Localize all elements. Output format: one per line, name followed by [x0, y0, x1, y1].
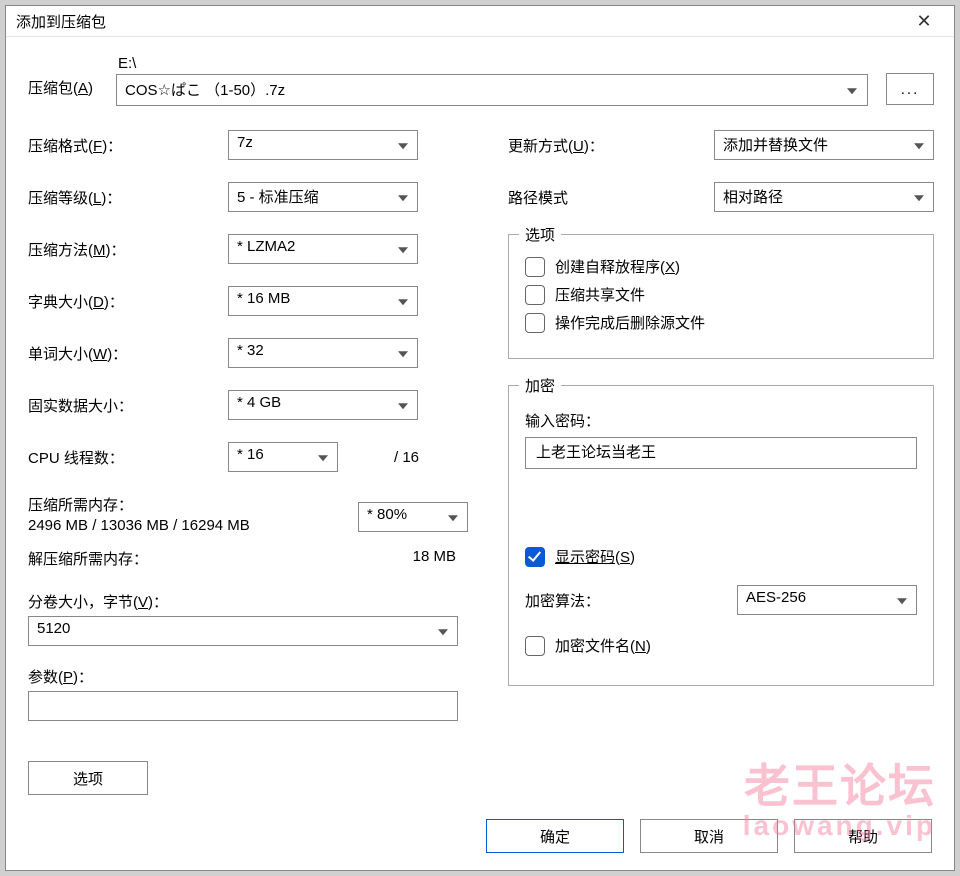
level-select[interactable]: 5 - 标准压缩	[228, 182, 418, 212]
archive-filename-combo[interactable]: COS☆ぱこ （1-50）.7z	[116, 74, 868, 106]
word-select[interactable]: * 32	[228, 338, 418, 368]
pathmode-select[interactable]: 相对路径	[714, 182, 934, 212]
archive-field: E:\ COS☆ぱこ （1-50）.7z	[116, 55, 868, 106]
update-label: 更新方式(U)：	[508, 135, 648, 156]
enc-method-label: 加密算法：	[525, 590, 737, 611]
params-input[interactable]	[28, 691, 458, 721]
threads-max: / 16	[394, 449, 419, 466]
close-icon[interactable]: ✕	[904, 6, 944, 36]
threads-label: CPU 线程数：	[28, 447, 228, 468]
solid-select[interactable]: * 4 GB	[228, 390, 418, 420]
level-label: 压缩等级(L)：	[28, 187, 228, 208]
dialog-window: 添加到压缩包 ✕ 压缩包(A) E:\ COS☆ぱこ （1-50）.7z ...…	[5, 5, 955, 871]
options-group-title: 选项	[519, 224, 561, 245]
method-label: 压缩方法(M)：	[28, 239, 228, 260]
mem-compress-value: 2496 MB / 13036 MB / 16294 MB	[28, 517, 358, 534]
sfx-label: 创建自释放程序(X)	[555, 256, 680, 277]
shared-label: 压缩共享文件	[555, 284, 645, 305]
archive-filename: COS☆ぱこ （1-50）.7z	[125, 82, 285, 99]
method-select[interactable]: * LZMA2	[228, 234, 418, 264]
split-label: 分卷大小，字节(V)：	[28, 591, 468, 612]
right-column: 更新方式(U)： 添加并替换文件 路径模式 相对路径 选项 创建自释放程序(X)	[508, 130, 934, 795]
show-password-label: 显示密码(S)	[555, 546, 635, 567]
encrypt-names-checkbox[interactable]	[525, 636, 545, 656]
dict-label: 字典大小(D)：	[28, 291, 228, 312]
solid-label: 固实数据大小：	[28, 395, 228, 416]
update-mode-select[interactable]: 添加并替换文件	[714, 130, 934, 160]
password-input[interactable]	[525, 437, 917, 469]
threads-select[interactable]: * 16	[228, 442, 338, 472]
params-label: 参数(P)：	[28, 666, 468, 687]
options-group: 选项 创建自释放程序(X) 压缩共享文件 操作完成后删除源文件	[508, 234, 934, 359]
delete-after-label: 操作完成后删除源文件	[555, 312, 705, 333]
shared-checkbox[interactable]	[525, 285, 545, 305]
enc-method-select[interactable]: AES-256	[737, 585, 917, 615]
format-select[interactable]: 7z	[228, 130, 418, 160]
ok-button[interactable]: 确定	[486, 819, 624, 853]
dialog-body: 压缩包(A) E:\ COS☆ぱこ （1-50）.7z ... 压缩格式(F)：…	[6, 37, 954, 807]
split-size-combo[interactable]: 5120	[28, 616, 458, 646]
show-password-checkbox[interactable]	[525, 547, 545, 567]
left-column: 压缩格式(F)： 7z 压缩等级(L)： 5 - 标准压缩 压缩方法(M)： *…	[28, 130, 468, 795]
encryption-group-title: 加密	[519, 375, 561, 396]
archive-row: 压缩包(A) E:\ COS☆ぱこ （1-50）.7z ...	[28, 55, 934, 106]
word-label: 单词大小(W)：	[28, 343, 228, 364]
pathmode-label: 路径模式	[508, 187, 648, 208]
encryption-group: 加密 输入密码： 显示密码(S) 加密算法： AES-256 加密文	[508, 385, 934, 686]
titlebar: 添加到压缩包 ✕	[6, 6, 954, 37]
dict-select[interactable]: * 16 MB	[228, 286, 418, 316]
cancel-button[interactable]: 取消	[640, 819, 778, 853]
archive-path-prefix: E:\	[116, 55, 868, 72]
encrypt-names-label: 加密文件名(N)	[555, 635, 651, 656]
options-button[interactable]: 选项	[28, 761, 148, 795]
format-label: 压缩格式(F)：	[28, 135, 228, 156]
archive-label: 压缩包(A)	[28, 77, 98, 106]
help-button[interactable]: 帮助	[794, 819, 932, 853]
mem-decompress-value: 18 MB	[348, 548, 468, 569]
password-label: 输入密码：	[525, 410, 917, 431]
delete-after-checkbox[interactable]	[525, 313, 545, 333]
mem-decompress-label: 解压缩所需内存：	[28, 548, 348, 569]
mem-compress-label: 压缩所需内存：	[28, 494, 358, 515]
mem-percent-select[interactable]: * 80%	[358, 502, 468, 532]
browse-button[interactable]: ...	[886, 73, 934, 105]
sfx-checkbox[interactable]	[525, 257, 545, 277]
window-title: 添加到压缩包	[16, 11, 904, 32]
footer-buttons: 确定 取消 帮助	[6, 807, 954, 871]
